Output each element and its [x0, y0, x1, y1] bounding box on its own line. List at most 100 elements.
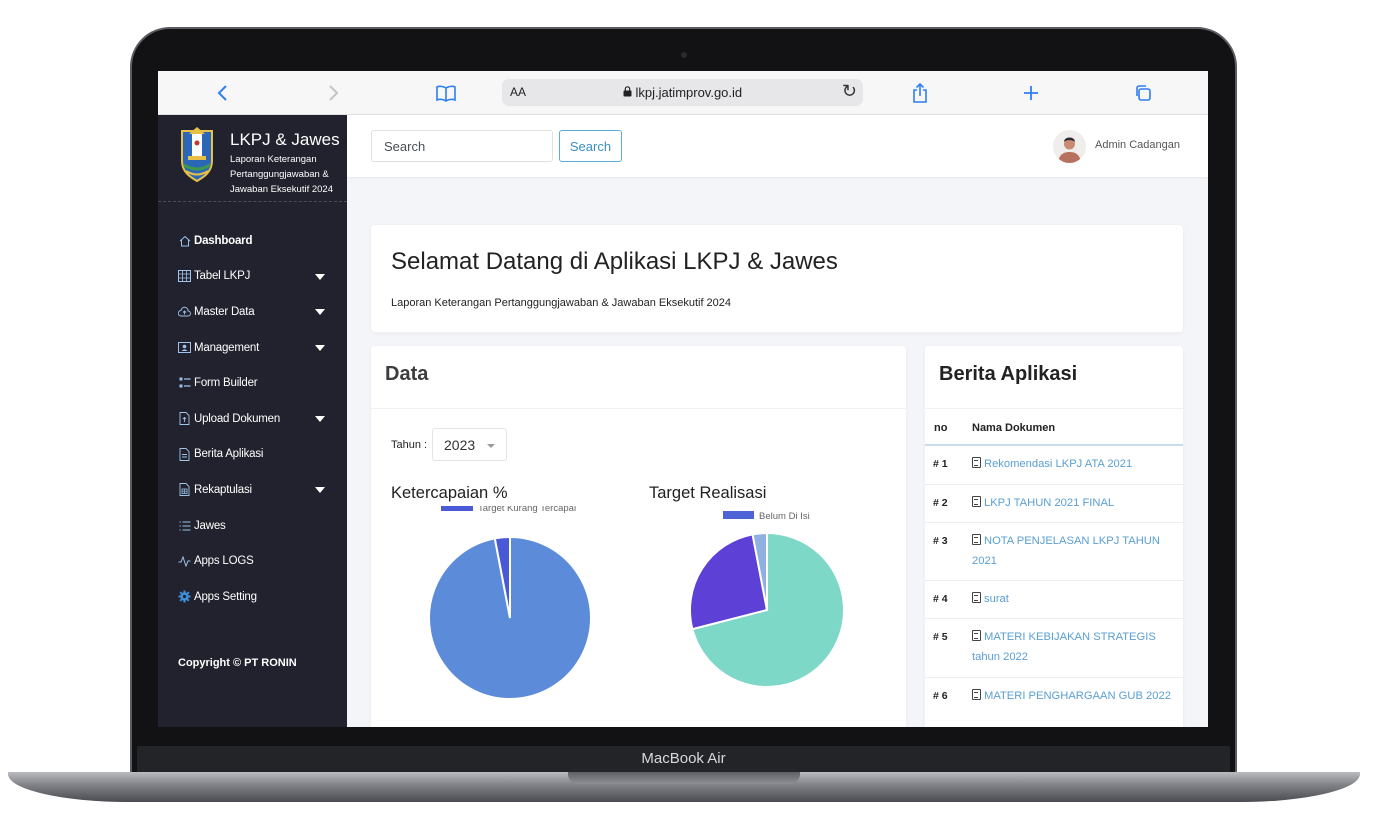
chevron-down-icon	[487, 444, 495, 448]
document-link[interactable]: MATERI KEBIJAKAN STRATEGIS tahun 2022	[972, 627, 1174, 667]
document-name: NOTA PENJELASAN LKPJ TAHUN 2021	[972, 535, 1160, 567]
document-icon	[972, 630, 981, 641]
tabs-overview-icon[interactable]	[1129, 79, 1157, 107]
berita-card: Berita Aplikasi no Nama Dokumen # 1 Reko…	[925, 346, 1183, 727]
document-icon	[972, 534, 981, 545]
document-name: LKPJ TAHUN 2021 FINAL	[984, 497, 1115, 509]
document-name: MATERI KEBIJAKAN STRATEGIS tahun 2022	[972, 631, 1156, 663]
target-realisasi-heading: Target Realisasi	[649, 484, 767, 502]
url-text: lkpj.jatimprov.go.id	[635, 85, 743, 100]
new-tab-icon[interactable]	[1017, 79, 1045, 107]
document-link[interactable]: surat	[972, 589, 1174, 609]
ketercapaian-heading: Ketercapaian %	[391, 484, 508, 502]
search-button[interactable]: Search	[559, 130, 622, 162]
person-card-icon	[178, 341, 191, 354]
sidebar-item-label: Berita Aplikasi	[194, 448, 264, 461]
forward-icon[interactable]	[320, 79, 348, 107]
cloud-upload-icon	[178, 305, 191, 318]
sidebar-item-label: Management	[194, 341, 260, 354]
data-panel-title: Data	[385, 363, 429, 385]
sidebar-item-master-data[interactable]: Master Data	[158, 294, 347, 330]
column-header-nama-dokumen: Nama Dokumen	[972, 422, 1056, 434]
sidebar-item-label: Apps LOGS	[194, 555, 254, 568]
activity-icon	[178, 555, 191, 568]
reload-icon[interactable]: ↻	[842, 81, 857, 102]
sidebar-menu: Dashboard Tabel LKPJ Master Data Managem…	[158, 223, 347, 615]
sidebar-item-form-builder[interactable]: Form Builder	[158, 365, 347, 401]
chevron-down-icon	[315, 273, 325, 280]
sidebar-item-label: Rekaptulasi	[194, 483, 252, 496]
spreadsheet-icon	[178, 483, 191, 497]
sidebar-item-tabel-lkpj[interactable]: Tabel LKPJ	[158, 259, 347, 295]
document-icon	[972, 457, 981, 468]
year-label: Tahun :	[391, 439, 428, 451]
year-select-value: 2023	[444, 437, 476, 453]
app-title: LKPJ & Jawes	[230, 130, 340, 149]
sidebar-item-apps-logs[interactable]: Apps LOGS	[158, 543, 347, 579]
sidebar-item-dashboard[interactable]: Dashboard	[158, 223, 347, 259]
file-text-icon	[178, 447, 191, 461]
copyright-text: Copyright © PT RONIN	[178, 657, 297, 669]
table-icon	[178, 270, 191, 283]
sidebar-item-label: Master Data	[194, 305, 255, 318]
sidebar-item-apps-setting[interactable]: Apps Setting	[158, 579, 347, 615]
document-icon	[972, 689, 981, 700]
welcome-subtitle: Laporan Keterangan Pertanggungjawaban & …	[391, 297, 732, 309]
table-row: # 1 Rekomendasi LKPJ ATA 2021	[925, 446, 1183, 485]
welcome-card: Selamat Datang di Aplikasi LKPJ & Jawes …	[371, 225, 1183, 332]
url-display: lkpj.jatimprov.go.id	[502, 85, 863, 100]
document-link[interactable]: Rekomendasi LKPJ ATA 2021	[972, 454, 1174, 474]
legend-swatch	[441, 506, 473, 511]
laptop-brand-label: MacBook Air	[641, 750, 726, 767]
app-subtitle: Laporan Keterangan Pertanggungjawaban & …	[230, 154, 333, 195]
sidebar-item-rekaptulasi[interactable]: Rekaptulasi	[158, 472, 347, 508]
sidebar-divider	[158, 201, 347, 202]
gear-icon	[178, 590, 191, 603]
table-row: # 5 MATERI KEBIJAKAN STRATEGIS tahun 202…	[925, 619, 1183, 678]
sidebar-item-label: Apps Setting	[194, 590, 257, 603]
sidebar-item-management[interactable]: Management	[158, 330, 347, 366]
chevron-down-icon	[315, 415, 325, 422]
browser-toolbar: AA lkpj.jatimprov.go.id ↻	[158, 71, 1208, 115]
document-name: MATERI PENGHARGAAN GUB 2022	[984, 690, 1171, 702]
table-row: # 2 LKPJ TAHUN 2021 FINAL	[925, 485, 1183, 523]
chevron-down-icon	[315, 344, 325, 351]
sidebar-item-label: Jawes	[194, 519, 226, 532]
sidebar: LKPJ & Jawes Laporan Keterangan Pertangg…	[158, 115, 347, 727]
document-link[interactable]: MATERI PENGHARGAAN GUB 2022	[972, 686, 1174, 706]
berita-title: Berita Aplikasi	[939, 363, 1078, 385]
sidebar-item-label: Dashboard	[194, 234, 253, 247]
lock-icon	[623, 85, 636, 100]
jatim-logo[interactable]	[178, 125, 216, 183]
search-input[interactable]	[371, 130, 553, 162]
sidebar-item-label: Form Builder	[194, 377, 258, 390]
row-number: # 2	[933, 497, 948, 509]
legend-label: Belum Di Isi	[759, 511, 810, 522]
user-name[interactable]: Admin Cadangan	[1095, 139, 1180, 151]
document-link[interactable]: NOTA PENJELASAN LKPJ TAHUN 2021	[972, 531, 1174, 571]
table-row: # 4 surat	[925, 581, 1183, 619]
file-upload-icon	[178, 412, 191, 426]
row-number: # 4	[933, 593, 948, 605]
home-icon	[178, 234, 191, 247]
sidebar-item-upload-dokumen[interactable]: Upload Dokumen	[158, 401, 347, 437]
share-icon[interactable]	[906, 79, 934, 107]
screen: AA lkpj.jatimprov.go.id ↻ LKPJ & Jawes L…	[158, 71, 1208, 727]
berita-table-header: no Nama Dokumen	[925, 408, 1183, 446]
sidebar-item-jawes[interactable]: Jawes	[158, 508, 347, 544]
document-icon	[972, 592, 981, 603]
bookmarks-icon[interactable]	[432, 79, 460, 107]
document-name: Rekomendasi LKPJ ATA 2021	[984, 458, 1133, 470]
address-bar[interactable]: AA lkpj.jatimprov.go.id ↻	[502, 79, 863, 106]
row-number: # 1	[933, 458, 948, 470]
charts-canvas: Chart.js ChartTarget TercapaiTarget Kura…	[428, 506, 845, 700]
back-icon[interactable]	[208, 79, 236, 107]
year-select[interactable]: 2023	[432, 428, 507, 461]
avatar[interactable]	[1053, 130, 1086, 163]
legend-label: Target Kurang Tercapai	[478, 506, 576, 514]
sidebar-item-berita-aplikasi[interactable]: Berita Aplikasi	[158, 437, 347, 473]
document-link[interactable]: LKPJ TAHUN 2021 FINAL	[972, 493, 1174, 513]
chevron-down-icon	[315, 487, 325, 494]
topbar: Search Admin Cadangan	[347, 115, 1208, 177]
form-builder-icon	[178, 377, 191, 390]
